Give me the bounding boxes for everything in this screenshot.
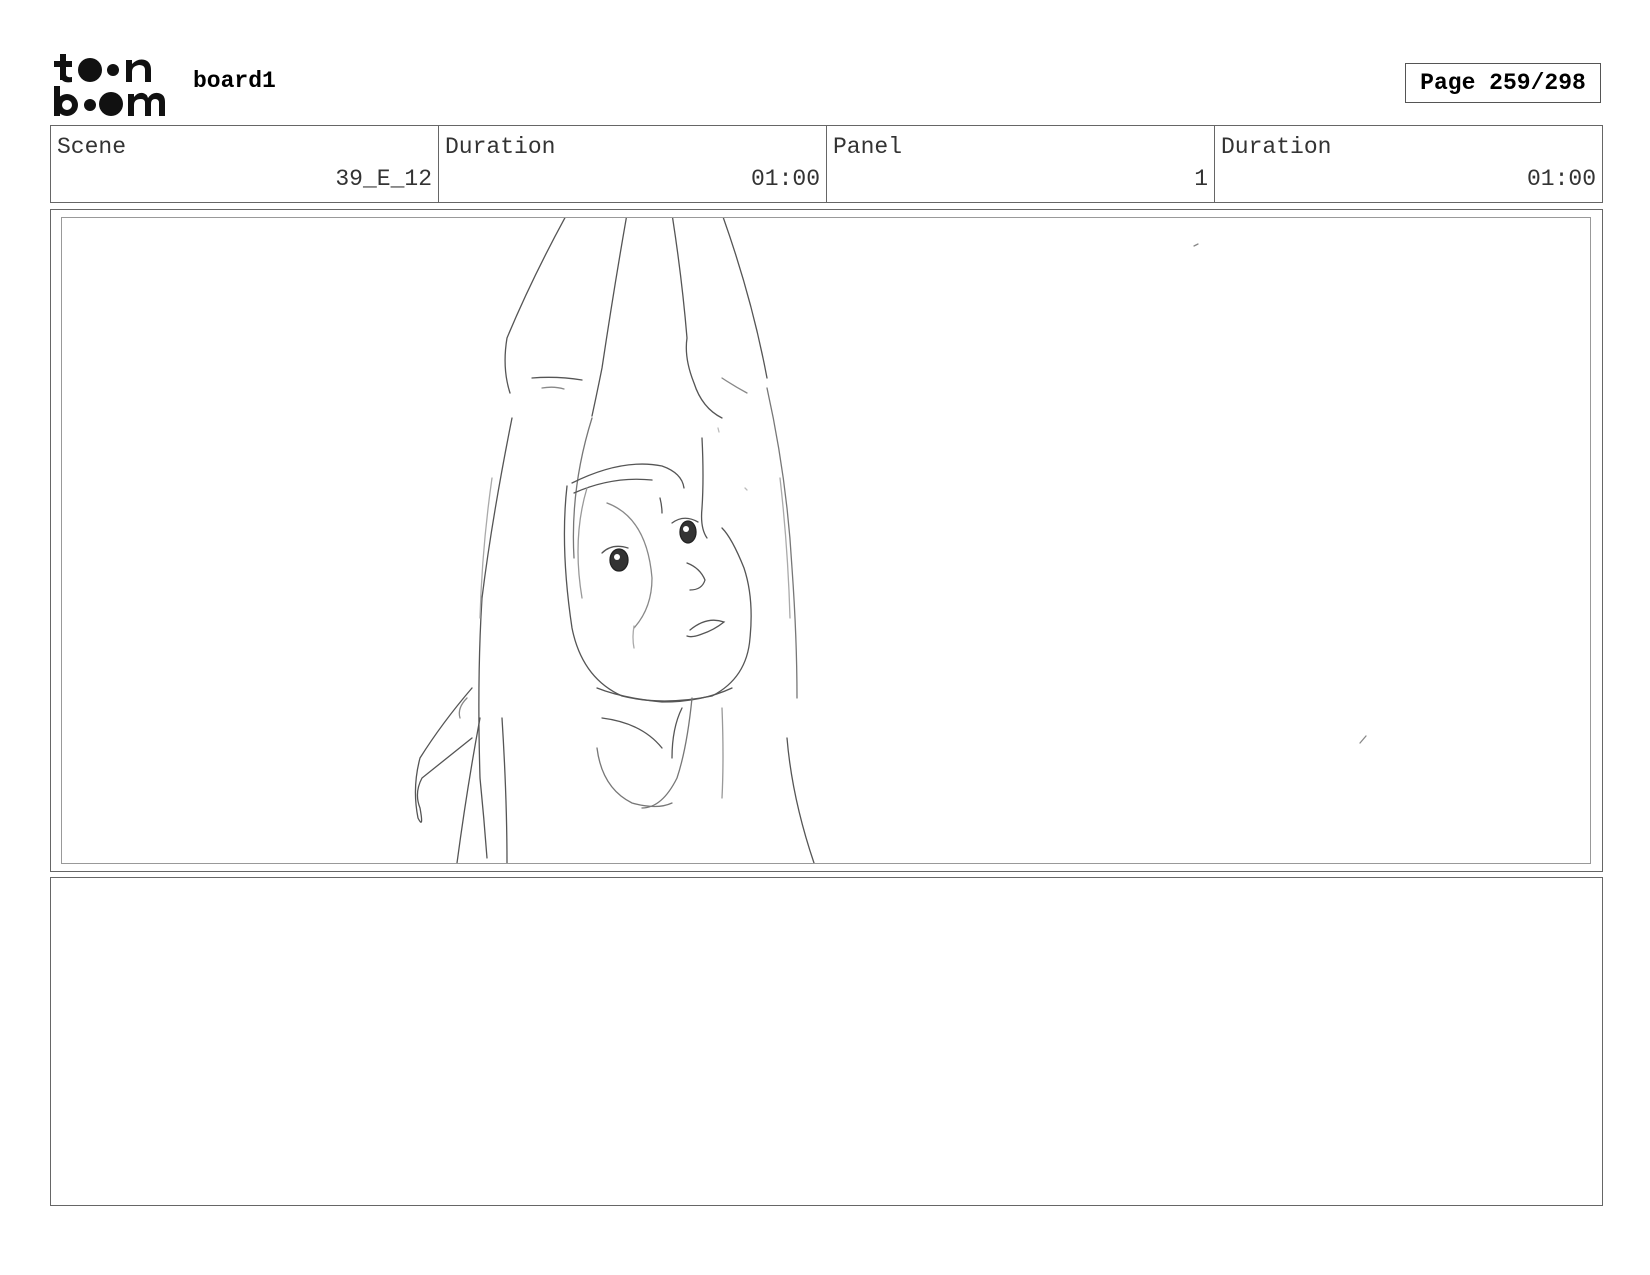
scene-duration-cell: Duration 01:00 <box>439 126 827 202</box>
panel-info-table: Scene 39_E_12 Duration 01:00 Panel 1 Dur… <box>50 125 1603 203</box>
panel-label: Panel <box>833 134 903 160</box>
panel-duration-label: Duration <box>1221 134 1332 160</box>
page-indicator: Page 259/298 <box>1405 63 1601 103</box>
scene-duration-label: Duration <box>445 134 556 160</box>
character-sketch <box>414 218 1367 863</box>
scene-cell: Scene 39_E_12 <box>51 126 439 202</box>
scene-label: Scene <box>57 134 127 160</box>
panel-duration-cell: Duration 01:00 <box>1215 126 1602 202</box>
scene-duration-value: 01:00 <box>750 166 820 192</box>
toon-boom-logo <box>54 54 165 116</box>
scene-value: 39_E_12 <box>335 166 432 192</box>
panel-notes-box <box>50 877 1603 1206</box>
storyboard-panel-image <box>61 217 1591 864</box>
panel-cell: Panel 1 <box>827 126 1215 202</box>
board-name: board1 <box>193 68 276 94</box>
panel-duration-value: 01:00 <box>1526 166 1596 192</box>
panel-value: 1 <box>1194 166 1208 192</box>
storyboard-panel-frame <box>50 209 1603 872</box>
page-label: Page 259/298 <box>1420 70 1586 96</box>
